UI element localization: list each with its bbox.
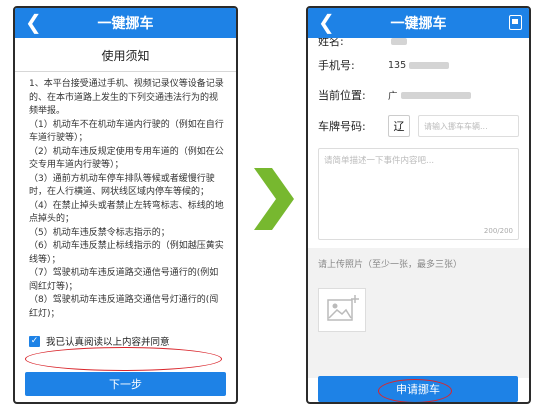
highlight-oval <box>378 379 452 402</box>
description-textarea[interactable]: 请简单描述一下事件内容吧... 200/200 <box>318 148 519 240</box>
header-bar: ❮ 一键挪车 <box>308 8 529 38</box>
terms-item: 1、本平台接受通过手机、视频记录仪等设备记录的、在本市道路上发生的下列交通违法行… <box>29 79 224 116</box>
agree-label: 我已认真阅读以上内容并同意 <box>46 337 170 348</box>
agree-checkbox-row[interactable]: ✓ 我已认真阅读以上内容并同意 <box>29 334 236 348</box>
back-icon[interactable]: ❮ <box>25 10 42 34</box>
header-title: 一键挪车 <box>97 16 154 32</box>
plate-label: 车牌号码: <box>318 120 366 133</box>
checkbox-checked-icon[interactable]: ✓ <box>29 335 40 347</box>
name-value-blurred <box>391 37 407 45</box>
highlight-oval <box>25 347 222 371</box>
location-value-blurred <box>400 91 471 99</box>
next-button[interactable]: 下一步 <box>25 372 226 396</box>
header-bar: ❮ 一键挪车 <box>15 8 236 38</box>
phone-value-blurred <box>409 61 450 69</box>
notice-title: 使用须知 <box>15 38 236 72</box>
terms-item: （4）在禁止掉头或者禁止左转弯标志、标线的地点掉头的； <box>29 200 224 225</box>
char-count: 200/200 <box>483 227 513 235</box>
description-placeholder: 请简单描述一下事件内容吧... <box>324 156 435 166</box>
back-icon[interactable]: ❮ <box>318 10 335 34</box>
location-row[interactable]: 当前位置: 广 <box>318 80 519 110</box>
phone-label: 手机号: <box>318 59 355 72</box>
terms-item: （7）驾驶机动车违反道路交通信号通行的(例如闯红灯等)； <box>29 268 219 292</box>
terms-item: （6）机动车违反禁止标线指示的（例如越压黄实线等）； <box>29 241 224 265</box>
notice-screen: ❮ 一键挪车 使用须知 1、本平台接受通过手机、视频记录仪等设备记录的、在本市道… <box>13 6 238 404</box>
plate-row: 车牌号码: 辽 请输入挪车车辆... <box>318 110 519 142</box>
terms-item: （1）机动车不在机动车道内行驶的（例如在自行车道行驶等）； <box>29 119 224 144</box>
location-label: 当前位置: <box>318 89 366 102</box>
phone-row[interactable]: 手机号: 135 <box>318 50 519 80</box>
terms-item: （2）机动车违反规定使用专用车道的（例如在公交专用车道内行驶等）； <box>29 146 224 171</box>
flow-arrow-icon <box>254 168 294 230</box>
add-photo-icon[interactable] <box>318 288 366 332</box>
record-icon[interactable] <box>509 15 522 30</box>
header-title: 一键挪车 <box>390 16 447 32</box>
plate-input[interactable]: 请输入挪车车辆... <box>418 115 519 137</box>
upload-label: 请上传照片（至少一张，最多三张） <box>318 260 463 270</box>
terms-item: （8）驾驶机动车违反道路交通信号灯通行的(闯红灯)； <box>29 295 219 319</box>
terms-item: （3）通前方机动车停车排队等候或者缓慢行驶时，在人行横道、网状线区域内停车等候的… <box>29 173 215 198</box>
move-car-form-screen: ❮ 一键挪车 姓名: 手机号: 135 当前位置: 广 车牌号码: 辽 请输入挪… <box>306 6 531 404</box>
upload-section: 请上传照片（至少一张，最多三张） <box>308 248 529 378</box>
plate-province-select[interactable]: 辽 <box>388 115 410 137</box>
form: 姓名: 手机号: 135 当前位置: 广 车牌号码: 辽 请输入挪车车辆... <box>308 32 529 142</box>
terms-item: （5）机动车违反禁令标志指示的； <box>29 227 170 238</box>
terms-text: 1、本平台接受通过手机、视频记录仪等设备记录的、在本市道路上发生的下列交通违法行… <box>15 72 236 330</box>
location-value[interactable]: 广 <box>388 88 398 102</box>
phone-value[interactable]: 135 <box>388 60 406 71</box>
